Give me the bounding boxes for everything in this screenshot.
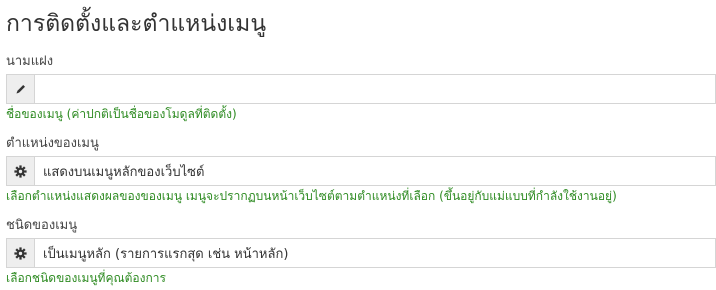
alias-label: นามแฝง — [6, 54, 54, 69]
gear-icon — [7, 157, 35, 185]
alias-field-group: นามแฝง ชื่อของเมนู (ค่าปกติเป็นชื่อของโม… — [6, 54, 716, 122]
menu-position-select[interactable]: แสดงบนเมนูหลักของเว็บไซต์ — [6, 156, 716, 186]
menu-position-help-text: เลือกตำแหน่งแสดงผลของของเมนู เมนูจะปรากฏ… — [6, 189, 617, 203]
menu-type-label: ชนิดของเมนู — [6, 218, 78, 233]
menu-type-help-text: เลือกชนิดของเมนูที่คุณต้องการ — [6, 271, 166, 285]
menu-position-label: ตำแหน่งของเมนู — [6, 136, 99, 151]
menu-type-value: เป็นเมนูหลัก (รายการแรกสุด เช่น หน้าหลัก… — [35, 239, 715, 267]
alias-input-row — [6, 74, 716, 104]
menu-position-field-group: ตำแหน่งของเมนู แสดงบนเมนูหลักของเว็บไซต์ — [6, 136, 716, 204]
menu-type-select[interactable]: เป็นเมนูหลัก (รายการแรกสุด เช่น หน้าหลัก… — [6, 238, 716, 268]
alias-help-text: ชื่อของเมนู (ค่าปกติเป็นชื่อของโมดูลที่ต… — [6, 107, 237, 121]
menu-position-value: แสดงบนเมนูหลักของเว็บไซต์ — [35, 157, 715, 185]
pencil-icon — [7, 75, 35, 103]
gear-icon — [7, 239, 35, 267]
menu-type-field-group: ชนิดของเมนู เป็นเมนูหลัก (รายการแรกสุด เ… — [6, 218, 716, 286]
alias-input[interactable] — [35, 75, 715, 103]
page-title: การติดตั้งและตำแหน่งเมนู — [6, 11, 267, 37]
